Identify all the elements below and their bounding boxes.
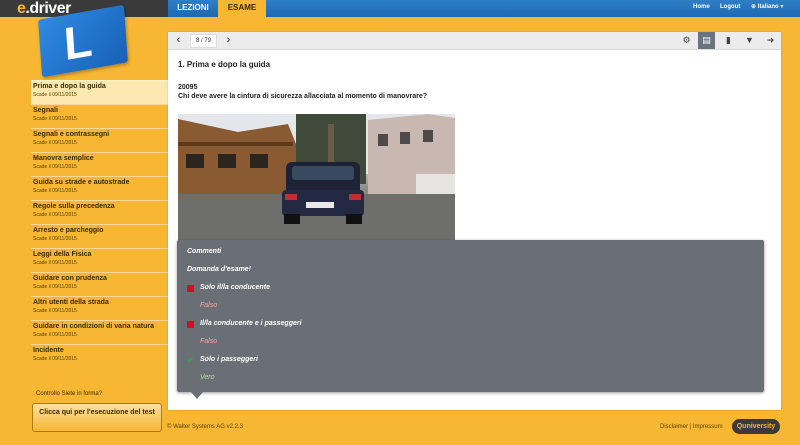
sidebar-item-expiry: Scade il 09/11/2015 xyxy=(33,212,77,218)
sidebar-item-title: Guidare in condizioni di varia natura xyxy=(33,323,154,330)
sidebar-item-title: Guidare con prudenza xyxy=(33,275,107,282)
sidebar-item-prima-e-dopo[interactable]: Prima e dopo la guida Scade il 09/11/201… xyxy=(31,80,168,104)
sidebar-item-expiry: Scade il 09/11/2015 xyxy=(33,188,77,194)
comment-icon[interactable]: ▤ xyxy=(698,32,715,49)
answer-text: Il/la conducente e i passeggeri xyxy=(200,320,302,327)
sidebar-item-title: Prima e dopo la guida xyxy=(33,83,106,90)
copyright-text: © Walter Systems AG xyxy=(167,424,225,430)
forward-icon[interactable]: ➜ xyxy=(762,32,779,49)
sidebar-item-expiry: Scade il 09/11/2015 xyxy=(33,356,77,362)
fitness-check-label: Controllo Siete in forma? xyxy=(36,391,103,397)
flag-letter: L xyxy=(62,13,94,71)
chart-icon[interactable]: ▮ xyxy=(720,32,737,49)
sidebar-item-title: Manovra semplice xyxy=(33,155,94,162)
answer-text: Solo i passeggeri xyxy=(200,356,258,363)
wrong-answer-icon xyxy=(187,285,194,292)
answer-verdict: Falso xyxy=(200,302,218,309)
chevron-right-icon[interactable]: › xyxy=(220,32,237,49)
sidebar-item-utenti[interactable]: Altri utenti della strada Scade il 09/11… xyxy=(31,296,168,320)
version-text: v2.2.3 xyxy=(226,424,243,430)
sidebar-item-manovra[interactable]: Manovra semplice Scade il 09/11/2015 xyxy=(31,152,168,176)
wrong-answer-icon xyxy=(187,321,194,328)
comments-popup: Commenti Domanda d'esame! Solo il/la con… xyxy=(177,240,764,399)
sidebar-item-segnali-contrassegni[interactable]: Segnali e contrassegni Scade il 09/11/20… xyxy=(31,128,168,152)
sidebar-item-expiry: Scade il 09/11/2015 xyxy=(33,308,77,314)
tab-esame[interactable]: ESAME xyxy=(218,0,266,17)
checkmark-icon: ✔ xyxy=(187,355,195,365)
question-counter: 8 / 79 xyxy=(190,34,217,48)
language-selector[interactable]: ⊕ Italiano ▾ xyxy=(751,0,783,17)
question-number: 20095 xyxy=(178,84,198,91)
sidebar-item-expiry: Scade il 09/11/2015 xyxy=(33,332,77,338)
chevron-left-icon[interactable]: ‹ xyxy=(170,32,187,49)
sidebar-item-arresto[interactable]: Arresto e parcheggio Scade il 09/11/2015 xyxy=(31,224,168,248)
sidebar-item-expiry: Scade il 09/11/2015 xyxy=(33,92,77,98)
question-toolbar: ‹ 8 / 79 › ⚙ ▤ ▮ ▼ ➜ xyxy=(168,32,781,50)
sidebar-item-title: Segnali e contrassegni xyxy=(33,131,110,138)
street-photo-illustration xyxy=(178,114,455,240)
sidebar: Prima e dopo la guida Scade il 09/11/201… xyxy=(31,80,168,368)
gear-icon[interactable]: ⚙ xyxy=(678,32,695,49)
language-label: Italiano ▾ xyxy=(757,4,784,10)
sidebar-item-title: Arresto e parcheggio xyxy=(33,227,104,234)
bookmark-icon[interactable]: ▼ xyxy=(741,32,758,49)
sidebar-item-title: Segnali xyxy=(33,107,58,114)
sidebar-item-condizioni[interactable]: Guidare in condizioni di varia natura Sc… xyxy=(31,320,168,344)
answer-verdict: Falso xyxy=(200,338,218,345)
sidebar-item-segnali[interactable]: Segnali Scade il 09/11/2015 xyxy=(31,104,168,128)
sidebar-item-expiry: Scade il 09/11/2015 xyxy=(33,236,77,242)
logout-link[interactable]: Logout xyxy=(720,0,740,17)
answer-text: Solo il/la conducente xyxy=(200,284,271,291)
comments-title: Commenti xyxy=(187,248,222,255)
sidebar-item-expiry: Scade il 09/11/2015 xyxy=(33,140,77,146)
sidebar-item-expiry: Scade il 09/11/2015 xyxy=(33,116,77,122)
sidebar-item-title: Regole sulla precedenza xyxy=(33,203,115,210)
answer-verdict: Vero xyxy=(200,374,215,381)
globe-icon: ⊕ xyxy=(751,4,757,10)
sidebar-item-precedenza[interactable]: Regole sulla precedenza Scade il 09/11/2… xyxy=(31,200,168,224)
tab-lezioni[interactable]: LEZIONI xyxy=(168,0,218,17)
sidebar-item-title: Leggi della Fisica xyxy=(33,251,92,258)
question-photo xyxy=(178,114,455,240)
question-heading: 1. Prima e dopo la guida xyxy=(178,60,271,69)
comments-subtitle: Domanda d'esame! xyxy=(187,266,251,273)
sidebar-item-title: Altri utenti della strada xyxy=(33,299,109,306)
sidebar-item-expiry: Scade il 09/11/2015 xyxy=(33,164,77,170)
popup-tail xyxy=(191,392,203,399)
footer-links[interactable]: Disclaimer | Impressum xyxy=(660,424,723,430)
question-text: Chi deve avere la cintura di sicurezza a… xyxy=(178,93,427,100)
sidebar-item-prudenza[interactable]: Guidare con prudenza Scade il 09/11/2015 xyxy=(31,272,168,296)
start-test-button[interactable]: Clicca qui per l'esecuzione del test xyxy=(32,403,162,432)
home-link[interactable]: Home xyxy=(693,0,710,17)
footer-copyright: © Walter Systems AG v2.2.3 xyxy=(167,424,243,430)
sidebar-item-expiry: Scade il 09/11/2015 xyxy=(33,260,77,266)
sidebar-item-expiry: Scade il 09/11/2015 xyxy=(33,284,77,290)
university-badge[interactable]: Quniversity xyxy=(732,419,780,434)
sidebar-item-strade[interactable]: Guida su strade e autostrade Scade il 09… xyxy=(31,176,168,200)
sidebar-item-incidente[interactable]: Incidente Scade il 09/11/2015 xyxy=(31,344,168,368)
sidebar-item-title: Incidente xyxy=(33,347,64,354)
sidebar-item-fisica[interactable]: Leggi della Fisica Scade il 09/11/2015 xyxy=(31,248,168,272)
sidebar-item-title: Guida su strade e autostrade xyxy=(33,179,130,186)
